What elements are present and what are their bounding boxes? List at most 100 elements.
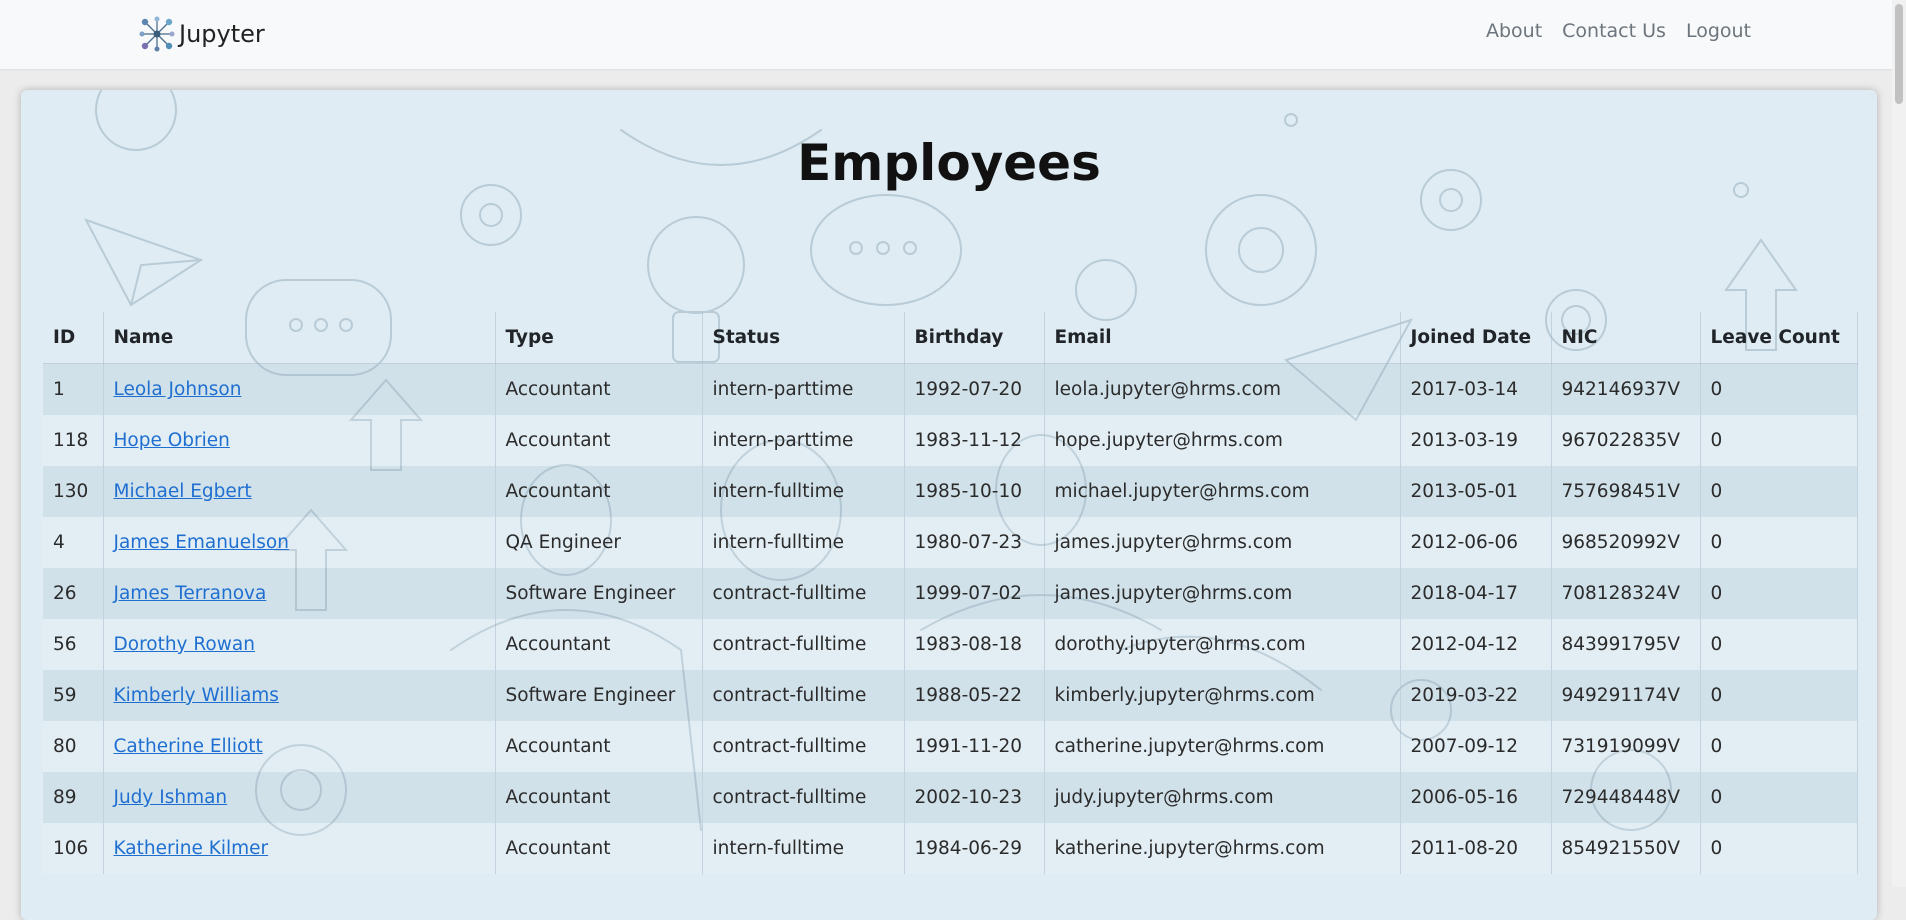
table-row: 4 James Emanuelson QA Engineer intern-fu… (43, 517, 1858, 568)
cell-leave-count: 0 (1700, 466, 1858, 517)
cell-nic: 949291174V (1551, 670, 1701, 721)
employee-name-link[interactable]: Hope Obrien (114, 430, 230, 451)
cell-id: 130 (43, 466, 104, 517)
cell-joined-date: 2011-08-20 (1400, 823, 1552, 874)
cell-email: michael.jupyter@hrms.com (1044, 466, 1401, 517)
employee-name-link[interactable]: Judy Ishman (114, 787, 228, 808)
cell-name: Judy Ishman (103, 772, 496, 823)
header-nic[interactable]: NIC (1551, 312, 1701, 364)
cell-type: Accountant (495, 772, 703, 823)
cell-joined-date: 2007-09-12 (1400, 721, 1552, 772)
brand-link[interactable]: Jupyter (137, 13, 265, 55)
header-type[interactable]: Type (495, 312, 703, 364)
employee-name-link[interactable]: Dorothy Rowan (114, 634, 255, 655)
page-scrollbar[interactable] (1892, 0, 1906, 887)
cell-email: dorothy.jupyter@hrms.com (1044, 619, 1401, 670)
cell-joined-date: 2013-05-01 (1400, 466, 1552, 517)
cell-name: Michael Egbert (103, 466, 496, 517)
employee-name-link[interactable]: Michael Egbert (114, 481, 252, 502)
cell-name: Dorothy Rowan (103, 619, 496, 670)
cell-type: Accountant (495, 415, 703, 466)
cell-leave-count: 0 (1700, 619, 1858, 670)
cell-name: Leola Johnson (103, 363, 496, 415)
cell-nic: 708128324V (1551, 568, 1701, 619)
nav-contact-link[interactable]: Contact Us (1562, 20, 1666, 42)
cell-name: Kimberly Williams (103, 670, 496, 721)
table-row: 56 Dorothy Rowan Accountant contract-ful… (43, 619, 1858, 670)
cell-name: James Terranova (103, 568, 496, 619)
header-status[interactable]: Status (702, 312, 905, 364)
cell-joined-date: 2013-03-19 (1400, 415, 1552, 466)
cell-email: james.jupyter@hrms.com (1044, 568, 1401, 619)
cell-email: hope.jupyter@hrms.com (1044, 415, 1401, 466)
cell-id: 80 (43, 721, 104, 772)
cell-nic: 967022835V (1551, 415, 1701, 466)
cell-status: contract-fulltime (702, 721, 905, 772)
cell-birthday: 1985-10-10 (904, 466, 1045, 517)
cell-status: intern-parttime (702, 363, 905, 415)
cell-id: 56 (43, 619, 104, 670)
cell-leave-count: 0 (1700, 823, 1858, 874)
cell-leave-count: 0 (1700, 670, 1858, 721)
cell-name: Katherine Kilmer (103, 823, 496, 874)
cell-joined-date: 2019-03-22 (1400, 670, 1552, 721)
cell-birthday: 1980-07-23 (904, 517, 1045, 568)
page-title: Employees (797, 134, 1101, 192)
cell-status: contract-fulltime (702, 772, 905, 823)
cell-birthday: 1999-07-02 (904, 568, 1045, 619)
cell-status: intern-parttime (702, 415, 905, 466)
cell-nic: 843991795V (1551, 619, 1701, 670)
header-leave-count[interactable]: Leave Count (1700, 312, 1858, 364)
employees-table: ID Name Type Status Birthday Email Joine… (43, 312, 1858, 874)
employee-name-link[interactable]: James Emanuelson (114, 532, 289, 553)
header-joined-date[interactable]: Joined Date (1400, 312, 1552, 364)
scrollbar-thumb[interactable] (1895, 4, 1903, 104)
cell-leave-count: 0 (1700, 721, 1858, 772)
header-birthday[interactable]: Birthday (904, 312, 1045, 364)
nav-logout-link[interactable]: Logout (1686, 20, 1751, 42)
cell-birthday: 1983-08-18 (904, 619, 1045, 670)
cell-email: katherine.jupyter@hrms.com (1044, 823, 1401, 874)
cell-id: 4 (43, 517, 104, 568)
cell-type: Accountant (495, 721, 703, 772)
cell-joined-date: 2012-06-06 (1400, 517, 1552, 568)
cell-joined-date: 2012-04-12 (1400, 619, 1552, 670)
cell-status: intern-fulltime (702, 466, 905, 517)
cell-joined-date: 2006-05-16 (1400, 772, 1552, 823)
header-id[interactable]: ID (43, 312, 104, 364)
cell-email: kimberly.jupyter@hrms.com (1044, 670, 1401, 721)
cell-leave-count: 0 (1700, 415, 1858, 466)
cell-birthday: 1983-11-12 (904, 415, 1045, 466)
cell-id: 106 (43, 823, 104, 874)
cell-birthday: 1991-11-20 (904, 721, 1045, 772)
employee-name-link[interactable]: Leola Johnson (114, 379, 242, 400)
cell-leave-count: 0 (1700, 772, 1858, 823)
cell-type: Accountant (495, 619, 703, 670)
cell-status: intern-fulltime (702, 517, 905, 568)
cell-type: Software Engineer (495, 670, 703, 721)
navbar: Jupyter About Contact Us Logout (0, 0, 1906, 69)
cell-email: james.jupyter@hrms.com (1044, 517, 1401, 568)
employee-name-link[interactable]: Katherine Kilmer (114, 838, 269, 859)
header-email[interactable]: Email (1044, 312, 1401, 364)
cell-birthday: 1988-05-22 (904, 670, 1045, 721)
cell-name: James Emanuelson (103, 517, 496, 568)
cell-joined-date: 2018-04-17 (1400, 568, 1552, 619)
cell-nic: 757698451V (1551, 466, 1701, 517)
cell-nic: 942146937V (1551, 363, 1701, 415)
cell-status: intern-fulltime (702, 823, 905, 874)
table-row: 106 Katherine Kilmer Accountant intern-f… (43, 823, 1858, 874)
cell-type: Accountant (495, 363, 703, 415)
table-row: 118 Hope Obrien Accountant intern-partti… (43, 415, 1858, 466)
cell-type: QA Engineer (495, 517, 703, 568)
cell-id: 26 (43, 568, 104, 619)
table-row: 89 Judy Ishman Accountant contract-fullt… (43, 772, 1858, 823)
employee-name-link[interactable]: Catherine Elliott (114, 736, 263, 757)
cell-leave-count: 0 (1700, 363, 1858, 415)
header-name[interactable]: Name (103, 312, 496, 364)
employee-name-link[interactable]: James Terranova (114, 583, 267, 604)
table-header-row: ID Name Type Status Birthday Email Joine… (43, 312, 1858, 364)
employees-card: Employees ID Name Type Status Birthday E… (21, 90, 1877, 920)
employee-name-link[interactable]: Kimberly Williams (114, 685, 279, 706)
nav-about-link[interactable]: About (1486, 20, 1542, 42)
